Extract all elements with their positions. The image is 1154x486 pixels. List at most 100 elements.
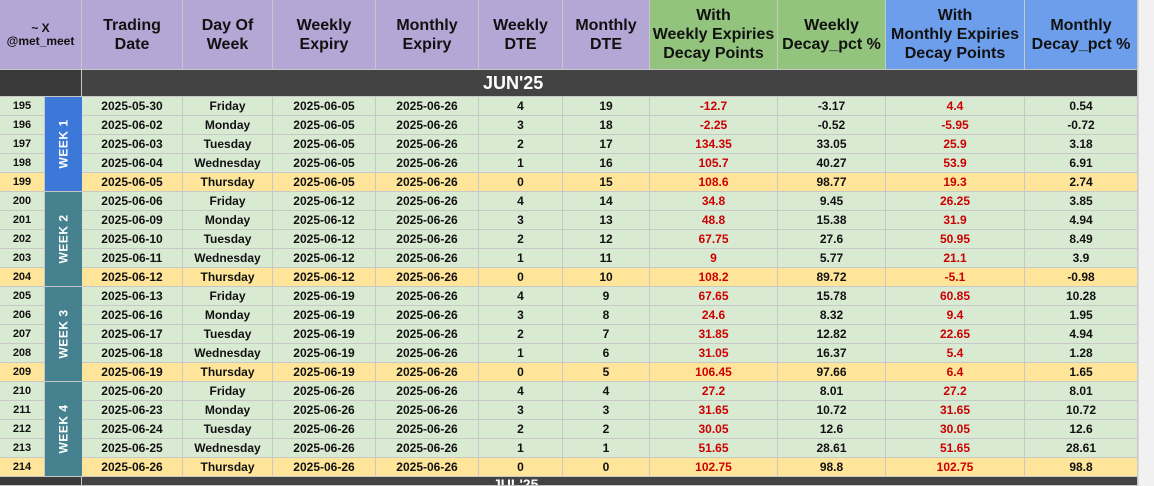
day-of-week-cell[interactable]: Wednesday [183,344,273,363]
monthly-decay-pct-cell[interactable]: 1.65 [1025,363,1138,382]
weekly-decay-points-cell[interactable]: 27.2 [650,382,778,401]
vertical-scrollbar[interactable] [1138,0,1154,486]
weekly-decay-points-cell[interactable]: 31.65 [650,401,778,420]
monthly-decay-points-cell[interactable]: 21.1 [886,249,1025,268]
day-of-week-cell[interactable]: Wednesday [183,154,273,173]
weekly-dte-cell[interactable]: 0 [479,363,563,382]
monthly-decay-points-cell[interactable]: 50.95 [886,230,1025,249]
weekly-dte-cell[interactable]: 0 [479,173,563,192]
column-header[interactable]: With Weekly Expiries Decay Points [650,0,778,70]
monthly-decay-points-cell[interactable]: 30.05 [886,420,1025,439]
weekly-decay-pct-cell[interactable]: 28.61 [778,439,886,458]
day-of-week-cell[interactable]: Thursday [183,173,273,192]
day-of-week-cell[interactable]: Tuesday [183,420,273,439]
weekly-dte-cell[interactable]: 4 [479,192,563,211]
monthly-expiry-cell[interactable]: 2025-06-26 [376,363,479,382]
weekly-decay-pct-cell[interactable]: 89.72 [778,268,886,287]
monthly-expiry-cell[interactable]: 2025-06-26 [376,306,479,325]
row-number[interactable]: 209 [0,363,45,382]
weekly-decay-pct-cell[interactable]: 12.82 [778,325,886,344]
day-of-week-cell[interactable]: Thursday [183,363,273,382]
weekly-dte-cell[interactable]: 1 [479,344,563,363]
weekly-decay-pct-cell[interactable]: 12.6 [778,420,886,439]
weekly-dte-cell[interactable]: 3 [479,401,563,420]
weekly-dte-cell[interactable]: 1 [479,249,563,268]
trading-date-cell[interactable]: 2025-06-03 [82,135,183,154]
weekly-decay-points-cell[interactable]: 106.45 [650,363,778,382]
monthly-decay-pct-cell[interactable]: -0.98 [1025,268,1138,287]
day-of-week-cell[interactable]: Thursday [183,268,273,287]
row-number[interactable]: 202 [0,230,45,249]
monthly-decay-points-cell[interactable]: 31.9 [886,211,1025,230]
trading-date-cell[interactable]: 2025-06-23 [82,401,183,420]
weekly-decay-pct-cell[interactable]: 8.01 [778,382,886,401]
day-of-week-cell[interactable]: Friday [183,287,273,306]
day-of-week-cell[interactable]: Friday [183,192,273,211]
weekly-expiry-cell[interactable]: 2025-06-19 [273,325,376,344]
weekly-dte-cell[interactable]: 4 [479,97,563,116]
column-header[interactable]: Weekly DTE [479,0,563,70]
trading-date-cell[interactable]: 2025-06-10 [82,230,183,249]
monthly-decay-points-cell[interactable]: 53.9 [886,154,1025,173]
monthly-decay-points-cell[interactable]: 6.4 [886,363,1025,382]
weekly-decay-pct-cell[interactable]: -3.17 [778,97,886,116]
monthly-expiry-cell[interactable]: 2025-06-26 [376,97,479,116]
monthly-dte-cell[interactable]: 15 [563,173,650,192]
weekly-decay-points-cell[interactable]: 105.7 [650,154,778,173]
trading-date-cell[interactable]: 2025-06-24 [82,420,183,439]
monthly-decay-points-cell[interactable]: -5.95 [886,116,1025,135]
monthly-expiry-cell[interactable]: 2025-06-26 [376,230,479,249]
weekly-dte-cell[interactable]: 4 [479,287,563,306]
row-number[interactable]: 203 [0,249,45,268]
row-number[interactable]: 208 [0,344,45,363]
weekly-dte-cell[interactable]: 3 [479,211,563,230]
day-of-week-cell[interactable]: Friday [183,382,273,401]
weekly-decay-pct-cell[interactable]: 5.77 [778,249,886,268]
weekly-expiry-cell[interactable]: 2025-06-19 [273,306,376,325]
row-number[interactable]: 199 [0,173,45,192]
trading-date-cell[interactable]: 2025-06-26 [82,458,183,477]
column-header[interactable]: Weekly Decay_pct % [778,0,886,70]
monthly-decay-points-cell[interactable]: 22.65 [886,325,1025,344]
weekly-decay-points-cell[interactable]: 102.75 [650,458,778,477]
weekly-decay-points-cell[interactable]: -12.7 [650,97,778,116]
monthly-decay-points-cell[interactable]: 60.85 [886,287,1025,306]
row-number[interactable]: 201 [0,211,45,230]
weekly-decay-points-cell[interactable]: 34.8 [650,192,778,211]
monthly-dte-cell[interactable]: 16 [563,154,650,173]
monthly-dte-cell[interactable]: 11 [563,249,650,268]
weekly-decay-pct-cell[interactable]: 40.27 [778,154,886,173]
monthly-decay-pct-cell[interactable]: 10.28 [1025,287,1138,306]
monthly-decay-pct-cell[interactable]: 6.91 [1025,154,1138,173]
weekly-decay-points-cell[interactable]: 31.85 [650,325,778,344]
monthly-expiry-cell[interactable]: 2025-06-26 [376,268,479,287]
day-of-week-cell[interactable]: Thursday [183,458,273,477]
monthly-dte-cell[interactable]: 3 [563,401,650,420]
column-header[interactable]: Weekly Expiry [273,0,376,70]
day-of-week-cell[interactable]: Tuesday [183,325,273,344]
row-number[interactable]: 198 [0,154,45,173]
row-number[interactable]: 211 [0,401,45,420]
monthly-dte-cell[interactable]: 12 [563,230,650,249]
weekly-decay-points-cell[interactable]: 30.05 [650,420,778,439]
trading-date-cell[interactable]: 2025-06-19 [82,363,183,382]
weekly-dte-cell[interactable]: 4 [479,382,563,401]
monthly-decay-pct-cell[interactable]: 10.72 [1025,401,1138,420]
monthly-decay-points-cell[interactable]: 9.4 [886,306,1025,325]
monthly-decay-pct-cell[interactable]: 3.9 [1025,249,1138,268]
column-header[interactable]: With Monthly Expiries Decay Points [886,0,1025,70]
monthly-decay-points-cell[interactable]: 51.65 [886,439,1025,458]
row-number[interactable]: 204 [0,268,45,287]
monthly-decay-points-cell[interactable]: 25.9 [886,135,1025,154]
weekly-decay-pct-cell[interactable]: -0.52 [778,116,886,135]
weekly-decay-points-cell[interactable]: 31.05 [650,344,778,363]
row-number[interactable]: 214 [0,458,45,477]
monthly-decay-points-cell[interactable]: -5.1 [886,268,1025,287]
monthly-dte-cell[interactable]: 4 [563,382,650,401]
weekly-decay-pct-cell[interactable]: 27.6 [778,230,886,249]
weekly-decay-pct-cell[interactable]: 10.72 [778,401,886,420]
row-number[interactable]: 195 [0,97,45,116]
monthly-expiry-cell[interactable]: 2025-06-26 [376,344,479,363]
trading-date-cell[interactable]: 2025-06-04 [82,154,183,173]
monthly-decay-points-cell[interactable]: 5.4 [886,344,1025,363]
